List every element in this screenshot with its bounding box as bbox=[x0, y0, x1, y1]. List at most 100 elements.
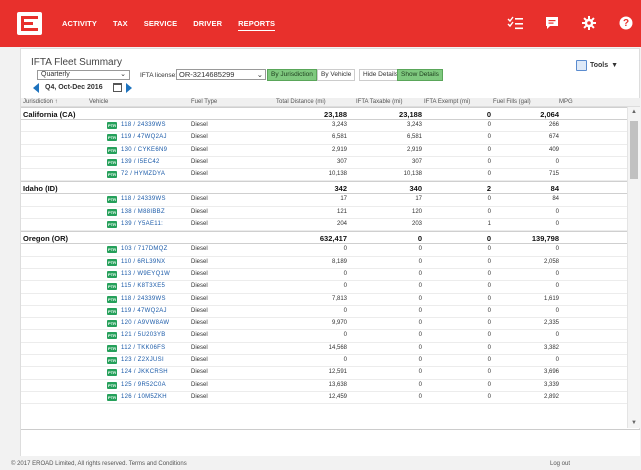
vehicle-link[interactable]: 119 / 47WQ2AJ bbox=[121, 134, 167, 140]
table-row[interactable]: PTR 119 / 47WQ2AJ Diesel 6,581 6,581 0 674 bbox=[21, 132, 627, 145]
nav-item-activity[interactable]: ACTIVITY bbox=[62, 19, 97, 31]
table-row[interactable]: PTR 123 / Z2XJUSI Diesel 0 0 0 0 bbox=[21, 355, 627, 368]
vehicle-link[interactable]: 138 / M88IBBZ bbox=[121, 209, 165, 215]
calendar-icon[interactable] bbox=[113, 83, 122, 92]
column-header-mpg[interactable]: MPG bbox=[559, 99, 573, 105]
column-header-fuel-fills[interactable]: Fuel Fills (gal) bbox=[493, 99, 531, 105]
table-row[interactable]: PTR 138 / M88IBBZ Diesel 121 120 0 0 bbox=[21, 207, 627, 220]
table-row[interactable]: PTR 126 / 10M5ZKH Diesel 12,459 0 0 2,892 bbox=[21, 392, 627, 405]
nav-item-service[interactable]: SERVICE bbox=[144, 19, 178, 31]
table-row[interactable]: PTR 124 / JKKCRSH Diesel 12,591 0 0 3,696 bbox=[21, 367, 627, 380]
column-header-vehicle[interactable]: Vehicle bbox=[89, 99, 108, 105]
table-row[interactable]: PTR 113 / W9EYQ1W Diesel 0 0 0 0 bbox=[21, 269, 627, 282]
table-row[interactable]: PTR 118 / 24339WS Diesel 3,243 3,243 0 266 bbox=[21, 120, 627, 133]
chevron-down-icon: ⌄ bbox=[120, 71, 126, 78]
chat-icon[interactable] bbox=[543, 14, 561, 32]
fuel-cell: 2,335 bbox=[543, 320, 559, 327]
column-header-ifta-taxable[interactable]: IFTA Taxable (mi) bbox=[356, 99, 402, 105]
list-check-icon[interactable] bbox=[506, 14, 524, 32]
previous-period-arrow-icon[interactable] bbox=[33, 83, 39, 93]
table-row[interactable]: PTR 121 / 5U203YB Diesel 0 0 0 0 bbox=[21, 330, 627, 343]
jurisdiction-group-row[interactable]: Idaho (ID) 342 340 2 84 bbox=[21, 181, 627, 195]
nav-item-driver[interactable]: DRIVER bbox=[193, 19, 222, 31]
scroll-up-icon[interactable]: ▲ bbox=[631, 109, 637, 115]
scrollbar-thumb[interactable] bbox=[630, 121, 638, 179]
license-label: IFTA license: bbox=[140, 72, 178, 79]
exempt-cell: 0 bbox=[487, 270, 491, 277]
next-period-arrow-icon[interactable] bbox=[126, 83, 132, 93]
table-row[interactable]: PTR 118 / 24339WS Diesel 17 17 0 84 bbox=[21, 194, 627, 207]
table-scrollbar[interactable]: ▲ ▼ bbox=[627, 107, 640, 428]
vehicle-link[interactable]: 130 / CYKE6N9 bbox=[121, 147, 167, 153]
vehicle-link[interactable]: 121 / 5U203YB bbox=[121, 332, 166, 338]
exempt-cell: 0 bbox=[487, 381, 491, 388]
table-row[interactable]: PTR 125 / 9R52C0A Diesel 13,638 0 0 3,339 bbox=[21, 380, 627, 392]
vehicle-link[interactable]: 112 / TKK06FS bbox=[121, 345, 165, 351]
license-select[interactable]: OR-3214685299 ⌄ bbox=[176, 69, 266, 80]
fuel-cell: 0 bbox=[555, 270, 559, 277]
vehicle-link[interactable]: 72 / HYMZDYA bbox=[121, 171, 165, 177]
by-jurisdiction-button[interactable]: By Jurisdiction bbox=[267, 69, 317, 81]
taxable-cell: 6,581 bbox=[406, 134, 422, 141]
vehicle-link[interactable]: 103 / 717DMQZ bbox=[121, 246, 168, 252]
hide-details-button[interactable]: Hide Details bbox=[359, 69, 403, 81]
tools-menu[interactable]: Tools ▼ bbox=[576, 60, 618, 71]
column-header-ifta-exempt[interactable]: IFTA Exempt (mi) bbox=[424, 99, 470, 105]
ptr-badge: PTR bbox=[107, 369, 117, 377]
vehicle-link[interactable]: 110 / 6RL39NX bbox=[121, 259, 165, 265]
fuel-type: Diesel bbox=[191, 381, 208, 388]
total-cell: 3,243 bbox=[331, 122, 347, 128]
total-cell: 12,459 bbox=[328, 393, 347, 400]
by-vehicle-button[interactable]: By Vehicle bbox=[317, 69, 356, 81]
ptr-badge: PTR bbox=[107, 221, 117, 229]
taxable-cell: 0 bbox=[418, 393, 422, 400]
scroll-down-icon[interactable]: ▼ bbox=[631, 420, 637, 426]
period-select[interactable]: Quarterly ⌄ bbox=[37, 70, 130, 80]
table-row[interactable]: PTR 115 / K8T3XE5 Diesel 0 0 0 0 bbox=[21, 281, 627, 294]
column-header-fuel-type[interactable]: Fuel Type bbox=[191, 99, 217, 105]
vehicle-link[interactable]: 123 / Z2XJUSI bbox=[121, 357, 164, 363]
table-row[interactable]: PTR 119 / 47WQ2AJ Diesel 0 0 0 0 bbox=[21, 306, 627, 319]
logout-link[interactable]: Log out bbox=[550, 461, 570, 467]
table-row[interactable]: PTR 118 / 24339WS Diesel 7,813 0 0 1,619 bbox=[21, 294, 627, 306]
column-header-total-distance[interactable]: Total Distance (mi) bbox=[276, 99, 326, 105]
jurisdiction-group-row[interactable]: Oregon (OR) 632,417 0 0 139,798 bbox=[21, 231, 627, 245]
vehicle-link[interactable]: 118 / 24339WS bbox=[121, 296, 166, 302]
vehicle-link[interactable]: 115 / K8T3XE5 bbox=[121, 283, 165, 289]
taxable-cell: 120 bbox=[411, 208, 422, 215]
taxable-cell: 307 bbox=[411, 158, 422, 165]
taxable-cell: 23,188 bbox=[399, 110, 422, 119]
vehicle-link[interactable]: 118 / 24339WS bbox=[121, 196, 166, 202]
ptr-badge: PTR bbox=[107, 283, 117, 291]
vehicle-link[interactable]: 120 / A9VW8AW bbox=[121, 320, 169, 326]
eroad-logo[interactable] bbox=[17, 12, 42, 35]
column-header-jurisdiction[interactable]: Jurisdiction ↑ bbox=[23, 99, 58, 105]
vehicle-link[interactable]: 113 / W9EYQ1W bbox=[121, 271, 170, 277]
table-row[interactable]: PTR 139 / I5EC42 Diesel 307 307 0 0 bbox=[21, 157, 627, 170]
table-row[interactable]: PTR 120 / A9VW8AW Diesel 9,970 0 0 2,335 bbox=[21, 318, 627, 331]
table-row[interactable]: PTR 103 / 717DMQZ Diesel 0 0 0 0 bbox=[21, 244, 627, 257]
table-row[interactable]: PTR 110 / 6RL39NX Diesel 8,189 0 0 2,058 bbox=[21, 257, 627, 269]
table-row[interactable]: PTR 112 / TKK06FS Diesel 14,568 0 0 3,382 bbox=[21, 343, 627, 356]
total-cell: 12,591 bbox=[328, 369, 347, 376]
table-row[interactable]: PTR 139 / Y5AE11: Diesel 204 203 1 0 bbox=[21, 219, 627, 232]
gear-icon[interactable] bbox=[580, 14, 598, 32]
vehicle-link[interactable]: 119 / 47WQ2AJ bbox=[121, 308, 167, 314]
vehicle-link[interactable]: 126 / 10M5ZKH bbox=[121, 394, 167, 400]
vehicle-link[interactable]: 125 / 9R52C0A bbox=[121, 382, 166, 388]
table-row[interactable]: PTR 72 / HYMZDYA Diesel 10,138 10,138 0 715 bbox=[21, 169, 627, 182]
fuel-type: Diesel bbox=[191, 357, 208, 364]
nav-item-tax[interactable]: TAX bbox=[113, 19, 128, 31]
vehicle-link[interactable]: 139 / Y5AE11: bbox=[121, 221, 163, 227]
taxable-cell: 0 bbox=[418, 295, 422, 302]
nav-item-reports[interactable]: REPORTS bbox=[238, 19, 276, 31]
help-icon[interactable]: ? bbox=[617, 14, 635, 32]
jurisdiction-group-row[interactable]: California (CA) 23,188 23,188 0 2,064 bbox=[21, 107, 627, 120]
fuel-cell: 0 bbox=[555, 283, 559, 290]
fuel-type: Diesel bbox=[191, 369, 208, 376]
table-row[interactable]: PTR 130 / CYKE6N9 Diesel 2,919 2,919 0 409 bbox=[21, 145, 627, 157]
vehicle-link[interactable]: 118 / 24339WS bbox=[121, 122, 166, 128]
vehicle-link[interactable]: 139 / I5EC42 bbox=[121, 159, 160, 165]
show-details-button[interactable]: Show Details bbox=[397, 69, 443, 81]
vehicle-link[interactable]: 124 / JKKCRSH bbox=[121, 369, 168, 375]
